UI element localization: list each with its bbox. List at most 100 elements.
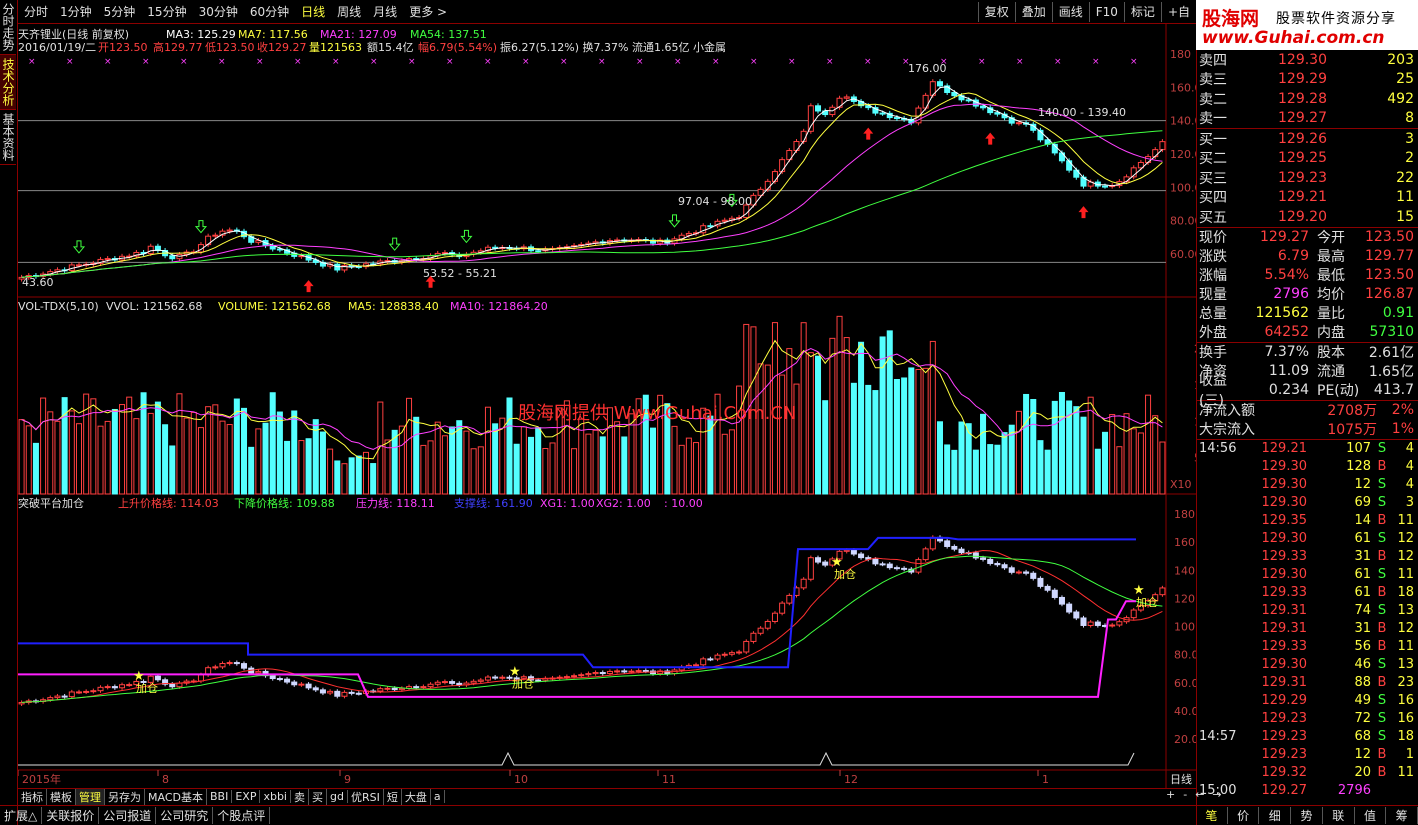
- tick-price: 129.33: [1261, 585, 1308, 600]
- period-tab-2[interactable]: 5分钟: [98, 3, 142, 20]
- indicator-tab-10[interactable]: gd: [327, 790, 348, 803]
- sell-volume: 8: [1405, 110, 1414, 127]
- ind-candle-body: [434, 681, 441, 685]
- marker-x: ×: [1016, 57, 1024, 67]
- indicator-tab-0[interactable]: 指标: [18, 788, 47, 805]
- vol-volume: VOLUME: 121562.68: [218, 300, 331, 313]
- ind-candle-body: [269, 675, 276, 680]
- toolbar-button-0[interactable]: 复权: [977, 2, 1015, 22]
- toolbar-button-4[interactable]: 标记: [1123, 2, 1161, 22]
- period-tab-6[interactable]: 日线: [295, 3, 331, 20]
- tick-volume: 31: [1354, 621, 1371, 636]
- zoom-control-1[interactable]: -: [1183, 788, 1187, 804]
- indicator-tab-1[interactable]: 模板: [47, 788, 76, 805]
- period-tab-9[interactable]: 更多 >: [403, 3, 453, 20]
- candle-body: [147, 245, 154, 255]
- status-tab-4[interactable]: 个股点评: [213, 807, 271, 824]
- ind-candle-body: [850, 549, 857, 555]
- quote-tab-1[interactable]: 价: [1228, 807, 1260, 824]
- marker-x: ×: [1130, 57, 1138, 67]
- tick-direction: S: [1377, 531, 1387, 546]
- quote-tab-5[interactable]: 值: [1355, 807, 1387, 824]
- ind-candle-body: [1066, 603, 1073, 613]
- zoom-control-3[interactable]: →: [1212, 788, 1221, 804]
- candle-body: [965, 99, 972, 102]
- candle-body: [721, 219, 728, 222]
- tick-direction: B: [1377, 585, 1387, 600]
- status-tab-0[interactable]: 扩展△: [0, 807, 43, 824]
- annotation-support: 97.04 - 98.00: [678, 195, 752, 208]
- period-tab-0[interactable]: 分时: [18, 3, 54, 20]
- indicator-tab-4[interactable]: MACD基本: [145, 788, 207, 805]
- indicator-tab-14[interactable]: a: [431, 790, 445, 803]
- quote-tab-2[interactable]: 细: [1259, 807, 1292, 824]
- ind-candle-body: [1008, 567, 1015, 573]
- indicator-tab-3[interactable]: 另存为: [105, 788, 145, 805]
- quote-tab-4[interactable]: 联: [1323, 807, 1355, 824]
- tick-count: 11: [1397, 765, 1414, 780]
- zoom-control-0[interactable]: +: [1166, 788, 1175, 804]
- period-tab-7[interactable]: 周线: [331, 3, 367, 20]
- indicator-tab-2[interactable]: 管理: [76, 788, 105, 805]
- info-volume: 量121563: [309, 41, 362, 54]
- buy-price: 129.23: [1278, 169, 1327, 186]
- volume-bar: [879, 336, 886, 495]
- indicator-tab-11[interactable]: 优RSI: [348, 788, 384, 805]
- indicator-tab-6[interactable]: EXP: [232, 790, 261, 803]
- sell-price: 129.28: [1278, 90, 1327, 107]
- toolbar-button-3[interactable]: F10: [1088, 2, 1124, 22]
- volume-bar: [312, 419, 319, 495]
- ind-candle-body: [154, 675, 161, 681]
- quote-tab-6[interactable]: 筹: [1386, 807, 1418, 824]
- quote-tab-0[interactable]: 笔: [1196, 807, 1228, 824]
- annotation-high: 176.00: [908, 62, 947, 75]
- indicator-tab-7[interactable]: xbbi: [260, 790, 291, 803]
- period-tab-4[interactable]: 30分钟: [193, 3, 244, 20]
- marker-x: ×: [218, 57, 226, 67]
- ind-candle-body: [226, 662, 233, 665]
- buy-orders: 买一 129.26 3 买二 129.25 2 买三 129.23 22 买四 129.21 11 买五…: [1197, 129, 1418, 227]
- toolbar-button-1[interactable]: 叠加: [1014, 2, 1052, 22]
- left-tab-tech-analysis[interactable]: 技术分析: [0, 55, 16, 110]
- kline-chart[interactable]: 180 160.00 140.00 120.00 100.00 80.00 60.00 × × ×…: [18, 24, 1196, 788]
- ind-candle-body: [327, 690, 334, 694]
- period-tab-1[interactable]: 1分钟: [54, 3, 98, 20]
- indicator-tab-5[interactable]: BBI: [207, 790, 233, 803]
- period-tab-3[interactable]: 15分钟: [141, 3, 192, 20]
- buy-level-label: 买四: [1199, 190, 1227, 207]
- indicator-tab-12[interactable]: 短: [384, 788, 402, 805]
- ind-candle-body: [815, 557, 822, 563]
- ind-candle-body: [319, 689, 326, 694]
- volume-bar: [370, 463, 377, 495]
- quote-row: 外盘 64252 内盘 57310: [1197, 323, 1418, 342]
- toolbar-button-2[interactable]: 画线: [1051, 2, 1089, 22]
- indicator-tab-8[interactable]: 卖: [291, 788, 309, 805]
- vol-wol: VVOL: 121562.68: [106, 300, 202, 313]
- left-tab-intraday[interactable]: 分时走势: [0, 0, 16, 55]
- indicator-tab-9[interactable]: 买: [309, 788, 327, 805]
- price-tick-label: 160.00: [1170, 81, 1196, 94]
- status-tab-3[interactable]: 公司研究: [156, 807, 214, 824]
- marker-x: ×: [636, 57, 644, 67]
- info-rest: 振6.27(5.12%) 换7.37% 流通1.65亿 小金属: [500, 40, 726, 54]
- period-tab-8[interactable]: 月线: [367, 3, 403, 20]
- volume-bar: [850, 382, 857, 495]
- quote-tab-3[interactable]: 势: [1291, 807, 1323, 824]
- vol-title: VOL-TDX(5,10): [18, 300, 99, 313]
- ind-down-line-label: 下降价格线: 109.88: [234, 496, 335, 510]
- zoom-control-2[interactable]: ←: [1195, 788, 1204, 804]
- toolbar-button-5[interactable]: +自: [1160, 2, 1196, 22]
- period-tab-5[interactable]: 60分钟: [244, 3, 295, 20]
- ind-candle-body: [477, 679, 484, 682]
- ind-candle-body: [779, 602, 786, 614]
- volume-bar: [233, 398, 240, 495]
- indicator-tab-13[interactable]: 大盘: [402, 788, 431, 805]
- ind-candle-body: [126, 684, 133, 687]
- left-tab-fundamentals[interactable]: 基本资料: [0, 110, 16, 165]
- status-tab-2[interactable]: 公司报道: [99, 807, 157, 824]
- tick-price: 129.23: [1261, 747, 1308, 762]
- tick-list[interactable]: 14:56 129.21 107 S 4 129.30 128 B 4 129.30 12 S 4 129…: [1197, 440, 1418, 800]
- tick-direction: S: [1377, 729, 1387, 744]
- quote-label: 涨跌: [1199, 249, 1227, 265]
- status-tab-1[interactable]: 关联报价: [42, 807, 100, 824]
